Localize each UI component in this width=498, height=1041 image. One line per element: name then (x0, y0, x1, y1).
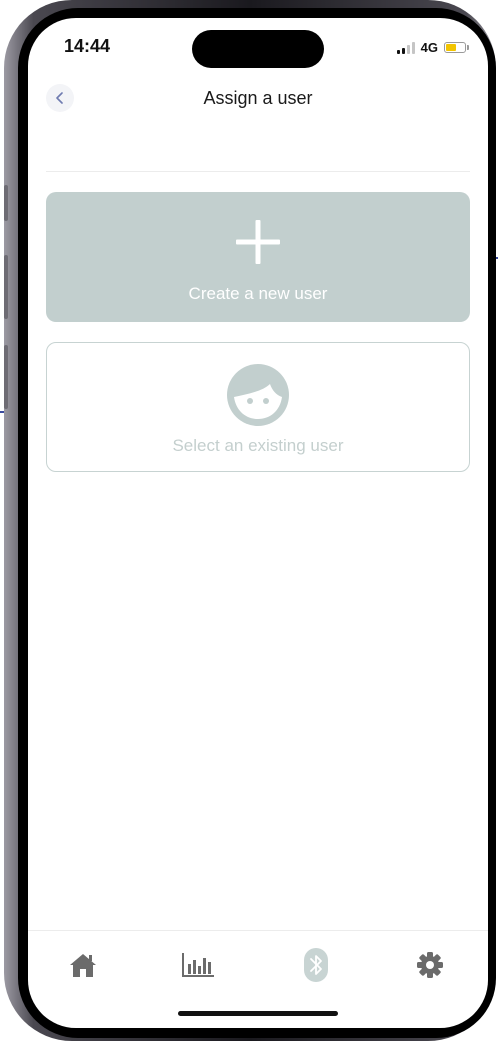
nav-settings-button[interactable] (413, 948, 447, 982)
nav-home-button[interactable] (66, 948, 100, 982)
user-face-icon (227, 364, 289, 426)
volume-up-button (4, 255, 8, 319)
home-indicator (178, 1011, 338, 1016)
nav-stats-button[interactable] (181, 948, 215, 982)
home-icon (70, 954, 96, 977)
plus-icon (236, 220, 280, 264)
select-existing-user-button[interactable]: Select an existing user (46, 342, 470, 472)
page-title: Assign a user (203, 88, 313, 108)
status-time: 14:44 (64, 36, 111, 56)
bluetooth-icon (304, 948, 328, 982)
header-divider (46, 171, 470, 172)
dynamic-island (192, 30, 324, 68)
battery-icon (444, 42, 469, 53)
screenshot-scene: 14:44 4G Assign a user Create a new user… (0, 0, 498, 1041)
volume-down-button (4, 345, 8, 409)
create-new-user-label: Create a new user (188, 284, 328, 303)
network-type: 4G (420, 40, 438, 55)
status-indicators: 4G (396, 40, 469, 55)
gear-icon (417, 952, 443, 978)
bottom-nav-divider (28, 930, 488, 931)
create-new-user-button[interactable]: Create a new user (46, 192, 470, 322)
phone-screen: 14:44 4G Assign a user Create a new user… (28, 18, 488, 1028)
action-button (4, 185, 8, 221)
battery-level-fill (446, 44, 456, 51)
nav-bluetooth-button[interactable] (299, 948, 333, 982)
select-existing-user-label: Select an existing user (172, 436, 344, 455)
signal-icon (396, 41, 415, 54)
bar-chart-icon (182, 953, 214, 977)
phone-frame: 14:44 4G Assign a user Create a new user… (4, 0, 496, 1041)
